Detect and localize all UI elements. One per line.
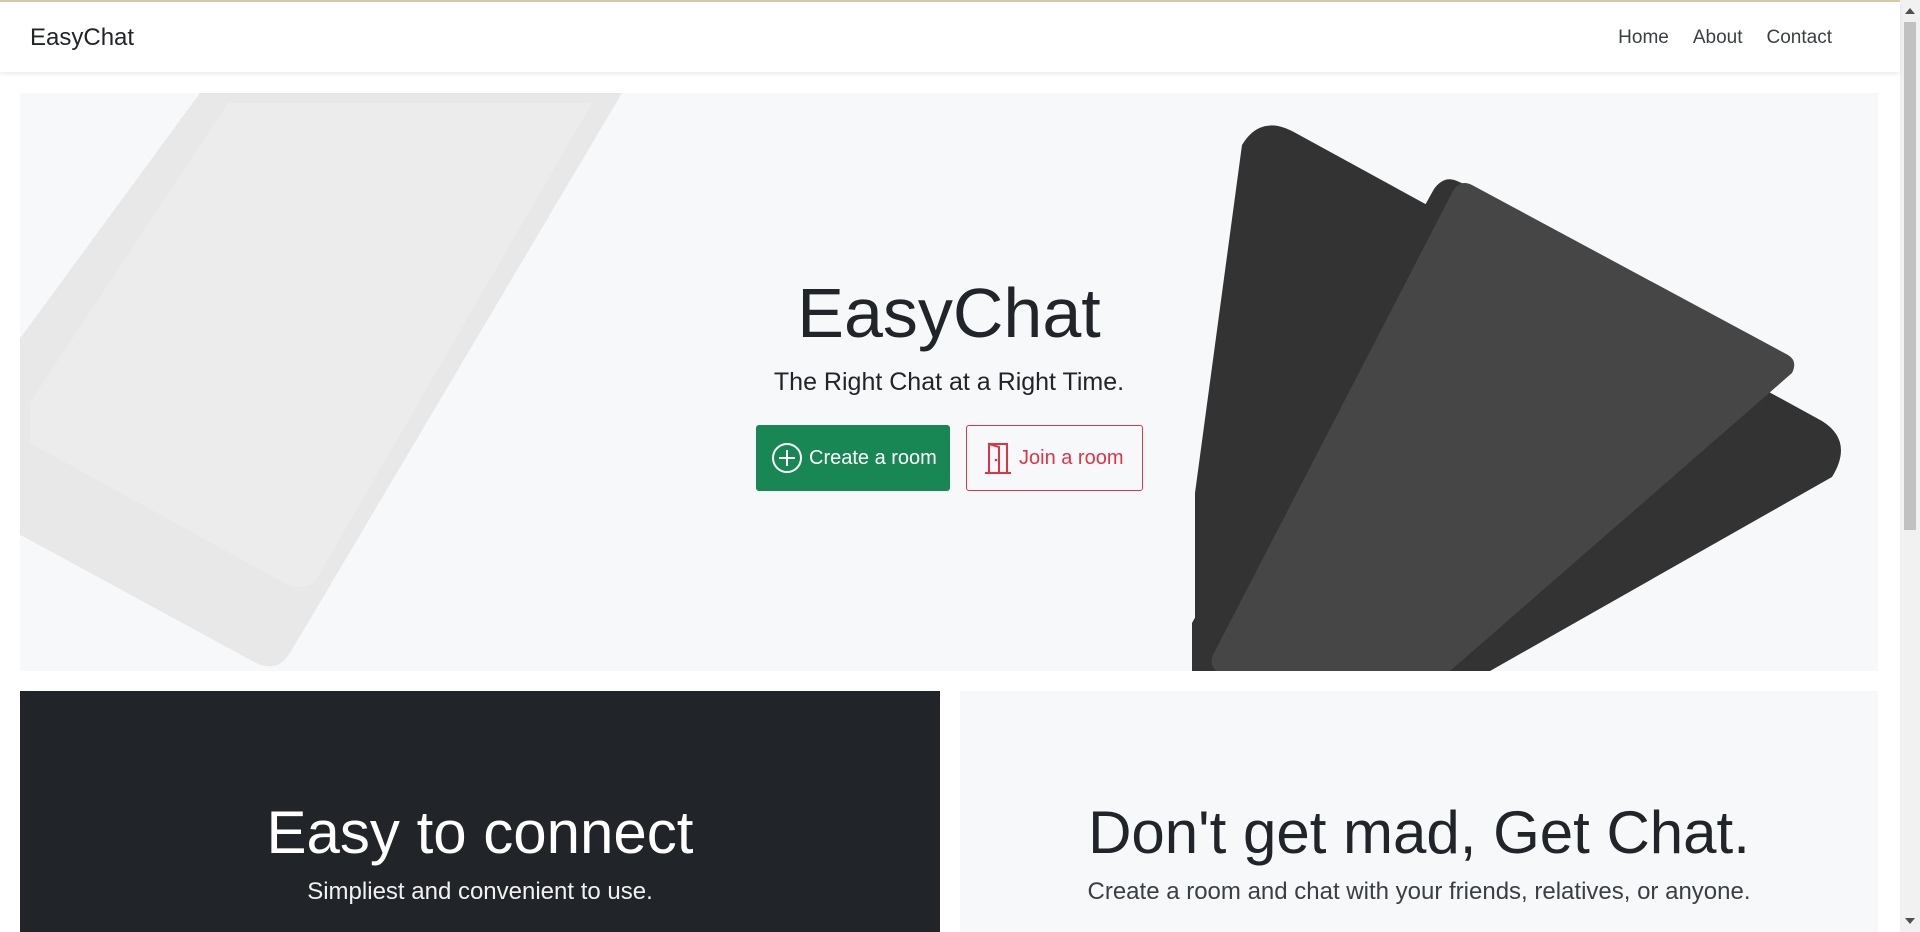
vertical-scrollbar[interactable] xyxy=(1900,0,1920,932)
nav-link-about[interactable]: About xyxy=(1693,24,1743,52)
hero-subtitle: The Right Chat at a Right Time. xyxy=(773,368,1125,396)
join-room-button[interactable]: Join a room xyxy=(966,425,1143,491)
nav-link-contact[interactable]: Contact xyxy=(1767,24,1832,52)
feature-text: Simpliest and convenient to use. xyxy=(307,878,653,905)
hero-section: EasyChat The Right Chat at a Right Time.… xyxy=(20,93,1878,671)
navbar: EasyChat Home About Contact xyxy=(0,2,1900,72)
phone-illustration xyxy=(1192,125,1841,671)
feature-card-get-chat: Don't get mad, Get Chat. Create a room a… xyxy=(960,691,1878,932)
navbar-brand[interactable]: EasyChat xyxy=(30,23,134,53)
plus-circle-icon xyxy=(771,442,803,474)
scroll-down-arrow-icon[interactable] xyxy=(1905,918,1915,924)
nav-links: Home About Contact xyxy=(1594,24,1832,52)
page: EasyChat Home About Contact EasyChat The… xyxy=(0,0,1920,932)
door-icon xyxy=(983,441,1013,475)
feature-title: Easy to connect xyxy=(266,799,694,866)
create-room-label: Create a room xyxy=(809,446,937,469)
feature-card-easy-connect: Easy to connect Simpliest and convenient… xyxy=(20,691,940,932)
feature-title: Don't get mad, Get Chat. xyxy=(1088,799,1750,866)
feature-text: Create a room and chat with your friends… xyxy=(1087,878,1751,905)
join-room-label: Join a room xyxy=(1019,446,1124,469)
scroll-up-arrow-icon[interactable] xyxy=(1905,8,1915,14)
create-room-button[interactable]: Create a room xyxy=(756,425,950,491)
nav-link-home[interactable]: Home xyxy=(1618,24,1669,52)
scrollbar-thumb[interactable] xyxy=(1904,22,1916,530)
hero-title: EasyChat xyxy=(797,274,1101,352)
